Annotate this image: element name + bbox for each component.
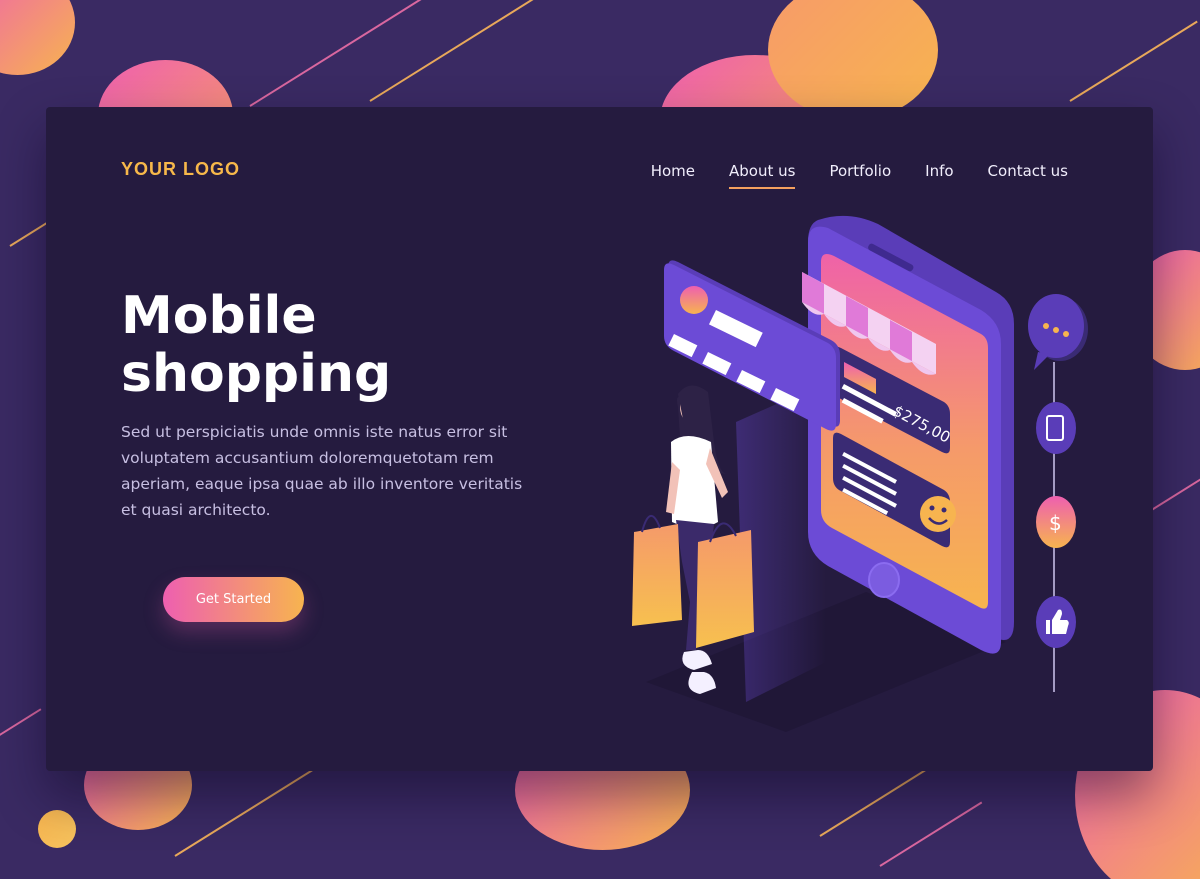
nav-item-home[interactable]: Home (651, 162, 695, 189)
main-nav: Home About us Portfolio Info Contact us (651, 162, 1068, 189)
dollar-icon: $ (1036, 496, 1076, 548)
nav-item-about-us[interactable]: About us (728, 162, 796, 189)
hero-title-line-2: shopping (121, 344, 392, 404)
nav-item-portfolio[interactable]: Portfolio (829, 162, 891, 189)
shopping-bag-icon (632, 524, 682, 626)
get-started-button[interactable]: Get Started (163, 577, 304, 622)
tablet-icon (1036, 402, 1076, 454)
hero-title-line-1: Mobile (121, 286, 317, 346)
nav-item-info[interactable]: Info (925, 162, 953, 189)
logo[interactable]: YOUR LOGO (121, 159, 240, 180)
thumbs-up-icon (1036, 596, 1076, 648)
landing-card: YOUR LOGO Home About us Portfolio Info C… (46, 107, 1153, 771)
side-icons: $ (1028, 294, 1088, 692)
svg-text:$: $ (1049, 511, 1062, 535)
chat-icon (1028, 294, 1088, 370)
hero-description: Sed ut perspiciatis unde omnis iste natu… (121, 423, 523, 519)
phone-illustration: $275,00 (802, 215, 1014, 654)
hero-title: Mobile shopping (121, 287, 541, 403)
mobile-shopping-illustration: $275,00 $ (632, 215, 1088, 732)
nav-item-contact-us[interactable]: Contact us (988, 162, 1068, 189)
smiley-icon (920, 496, 956, 532)
shopping-bag-icon (696, 530, 754, 648)
